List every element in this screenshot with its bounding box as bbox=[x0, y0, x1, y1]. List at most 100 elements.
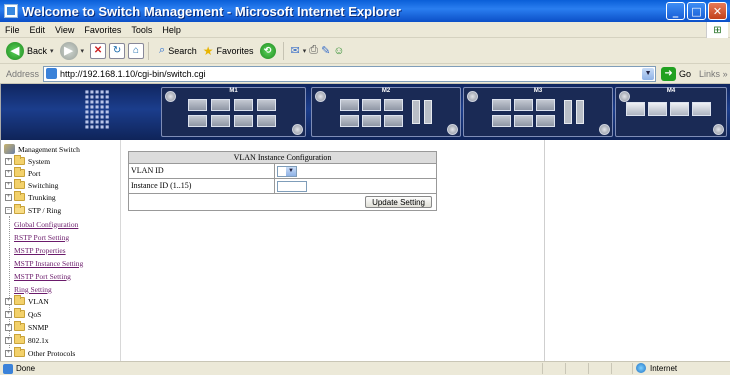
port-icon[interactable] bbox=[384, 115, 403, 127]
port-icon[interactable] bbox=[211, 115, 230, 127]
port-icon[interactable] bbox=[514, 115, 533, 127]
back-arrow-icon: ◀ bbox=[6, 41, 24, 60]
expand-icon[interactable]: + bbox=[5, 297, 12, 305]
port-icon[interactable] bbox=[257, 99, 276, 111]
tree-item-system[interactable]: + System bbox=[5, 155, 50, 167]
port-icon[interactable] bbox=[340, 115, 359, 127]
expand-icon[interactable]: + bbox=[5, 310, 12, 318]
port-icon[interactable] bbox=[257, 115, 276, 127]
address-url[interactable]: http://192.168.1.10/cgi-bin/switch.cgi bbox=[60, 69, 206, 79]
menu-file[interactable]: File bbox=[0, 25, 25, 35]
mail-icon[interactable]: ✉ bbox=[291, 44, 300, 57]
port-icon[interactable] bbox=[362, 99, 381, 111]
tree-item-other-protocols[interactable]: + Other Protocols bbox=[5, 347, 75, 359]
sfp-port-icon[interactable] bbox=[626, 102, 645, 116]
port-icon[interactable] bbox=[536, 115, 555, 127]
tree-link-ring-setting[interactable]: Ring Setting bbox=[14, 283, 52, 295]
expand-icon[interactable]: + bbox=[5, 157, 12, 165]
forward-dropdown-icon[interactable]: ▾ bbox=[81, 47, 85, 55]
module-m4[interactable]: M4 bbox=[615, 87, 727, 137]
print-icon[interactable]: ⎙ bbox=[309, 44, 318, 57]
tree-link-mstp-properties[interactable]: MSTP Properties bbox=[14, 244, 66, 256]
tree-root[interactable]: Management Switch bbox=[4, 143, 80, 155]
back-dropdown-icon[interactable]: ▾ bbox=[50, 47, 54, 55]
vlan-id-select[interactable]: ▼ bbox=[277, 165, 297, 177]
back-button[interactable]: ◀ Back ▾ bbox=[6, 41, 54, 60]
menu-tools[interactable]: Tools bbox=[126, 25, 157, 35]
toolbar-separator bbox=[282, 41, 284, 60]
port-icon[interactable] bbox=[188, 115, 207, 127]
tree-link-label[interactable]: Ring Setting bbox=[14, 285, 52, 294]
tree-link-global-configuration[interactable]: Global Configuration bbox=[14, 218, 78, 230]
fiber-port-icon[interactable] bbox=[412, 100, 420, 124]
maximize-button[interactable]: □ bbox=[687, 2, 706, 20]
menu-view[interactable]: View bbox=[50, 25, 79, 35]
sfp-port-icon[interactable] bbox=[670, 102, 689, 116]
port-icon[interactable] bbox=[340, 99, 359, 111]
refresh-icon[interactable]: ↻ bbox=[109, 42, 126, 59]
fiber-port-icon[interactable] bbox=[424, 100, 432, 124]
tree-link-label[interactable]: MSTP Instance Setting bbox=[14, 259, 83, 268]
sfp-port-icon[interactable] bbox=[648, 102, 667, 116]
port-icon[interactable] bbox=[188, 99, 207, 111]
favorites-button[interactable]: ★ Favorites bbox=[203, 44, 254, 58]
home-icon[interactable]: ⌂ bbox=[128, 42, 145, 59]
port-icon[interactable] bbox=[492, 115, 511, 127]
mail-dropdown-icon[interactable]: ▾ bbox=[303, 47, 307, 55]
tree-item-snmp[interactable]: + SNMP bbox=[5, 321, 48, 333]
go-button[interactable]: ➜ Go bbox=[661, 66, 691, 81]
messenger-icon[interactable]: ☺ bbox=[333, 45, 344, 57]
port-icon[interactable] bbox=[514, 99, 533, 111]
port-icon[interactable] bbox=[384, 99, 403, 111]
fiber-port-icon[interactable] bbox=[576, 100, 584, 124]
tree-item-trunking[interactable]: + Trunking bbox=[5, 191, 56, 203]
links-button[interactable]: Links » bbox=[699, 69, 728, 79]
expand-icon[interactable]: + bbox=[5, 169, 12, 177]
tree-item-stp-ring[interactable]: − STP / Ring bbox=[5, 204, 61, 216]
tree-item-qos[interactable]: + QoS bbox=[5, 308, 41, 320]
history-icon[interactable]: ⟲ bbox=[259, 42, 276, 59]
edit-icon[interactable]: ✎ bbox=[321, 44, 330, 57]
expand-icon[interactable]: + bbox=[5, 349, 12, 357]
address-input[interactable]: http://192.168.1.10/cgi-bin/switch.cgi ▼ bbox=[43, 65, 657, 82]
expand-icon[interactable]: + bbox=[5, 323, 12, 331]
tree-item-port[interactable]: + Port bbox=[5, 167, 41, 179]
port-icon[interactable] bbox=[492, 99, 511, 111]
tree-link-label[interactable]: MSTP Port Setting bbox=[14, 272, 71, 281]
module-m2[interactable]: M2 bbox=[311, 87, 461, 137]
collapse-icon[interactable]: − bbox=[5, 206, 12, 214]
instance-id-input[interactable] bbox=[277, 180, 307, 192]
module-m3[interactable]: M3 bbox=[463, 87, 613, 137]
tree-link-label[interactable]: MSTP Properties bbox=[14, 246, 66, 255]
chevron-down-icon[interactable]: ▼ bbox=[286, 166, 296, 176]
module-m1[interactable]: M1 bbox=[161, 87, 306, 137]
tree-item-vlan[interactable]: + VLAN bbox=[5, 295, 49, 307]
expand-icon[interactable]: + bbox=[5, 193, 12, 201]
tree-link-rstp-port-setting[interactable]: RSTP Port Setting bbox=[14, 231, 69, 243]
port-icon[interactable] bbox=[234, 115, 253, 127]
menu-edit[interactable]: Edit bbox=[25, 25, 51, 35]
tree-link-mstp-instance-setting[interactable]: MSTP Instance Setting bbox=[14, 257, 83, 269]
tree-item-8021x[interactable]: + 802.1x bbox=[5, 334, 49, 346]
tree-link-label[interactable]: Global Configuration bbox=[14, 220, 78, 229]
menu-help[interactable]: Help bbox=[157, 25, 186, 35]
close-button[interactable]: ✕ bbox=[708, 2, 727, 20]
address-dropdown-icon[interactable]: ▼ bbox=[642, 67, 655, 80]
expand-icon[interactable]: + bbox=[5, 336, 12, 344]
expand-icon[interactable]: + bbox=[5, 181, 12, 189]
port-icon[interactable] bbox=[234, 99, 253, 111]
port-icon[interactable] bbox=[211, 99, 230, 111]
stop-icon[interactable]: ✕ bbox=[90, 42, 107, 59]
tree-link-label[interactable]: RSTP Port Setting bbox=[14, 233, 69, 242]
tree-item-switching[interactable]: + Switching bbox=[5, 179, 58, 191]
menu-favorites[interactable]: Favorites bbox=[79, 25, 126, 35]
forward-button[interactable]: ▶ ▾ bbox=[59, 41, 85, 60]
search-button[interactable]: ⌕ Search bbox=[159, 44, 197, 57]
port-icon[interactable] bbox=[536, 99, 555, 111]
port-icon[interactable] bbox=[362, 115, 381, 127]
fiber-port-icon[interactable] bbox=[564, 100, 572, 124]
tree-link-mstp-port-setting[interactable]: MSTP Port Setting bbox=[14, 270, 71, 282]
minimize-button[interactable]: _ bbox=[666, 2, 685, 20]
sfp-port-icon[interactable] bbox=[692, 102, 711, 116]
update-setting-button[interactable]: Update Setting bbox=[365, 196, 432, 208]
